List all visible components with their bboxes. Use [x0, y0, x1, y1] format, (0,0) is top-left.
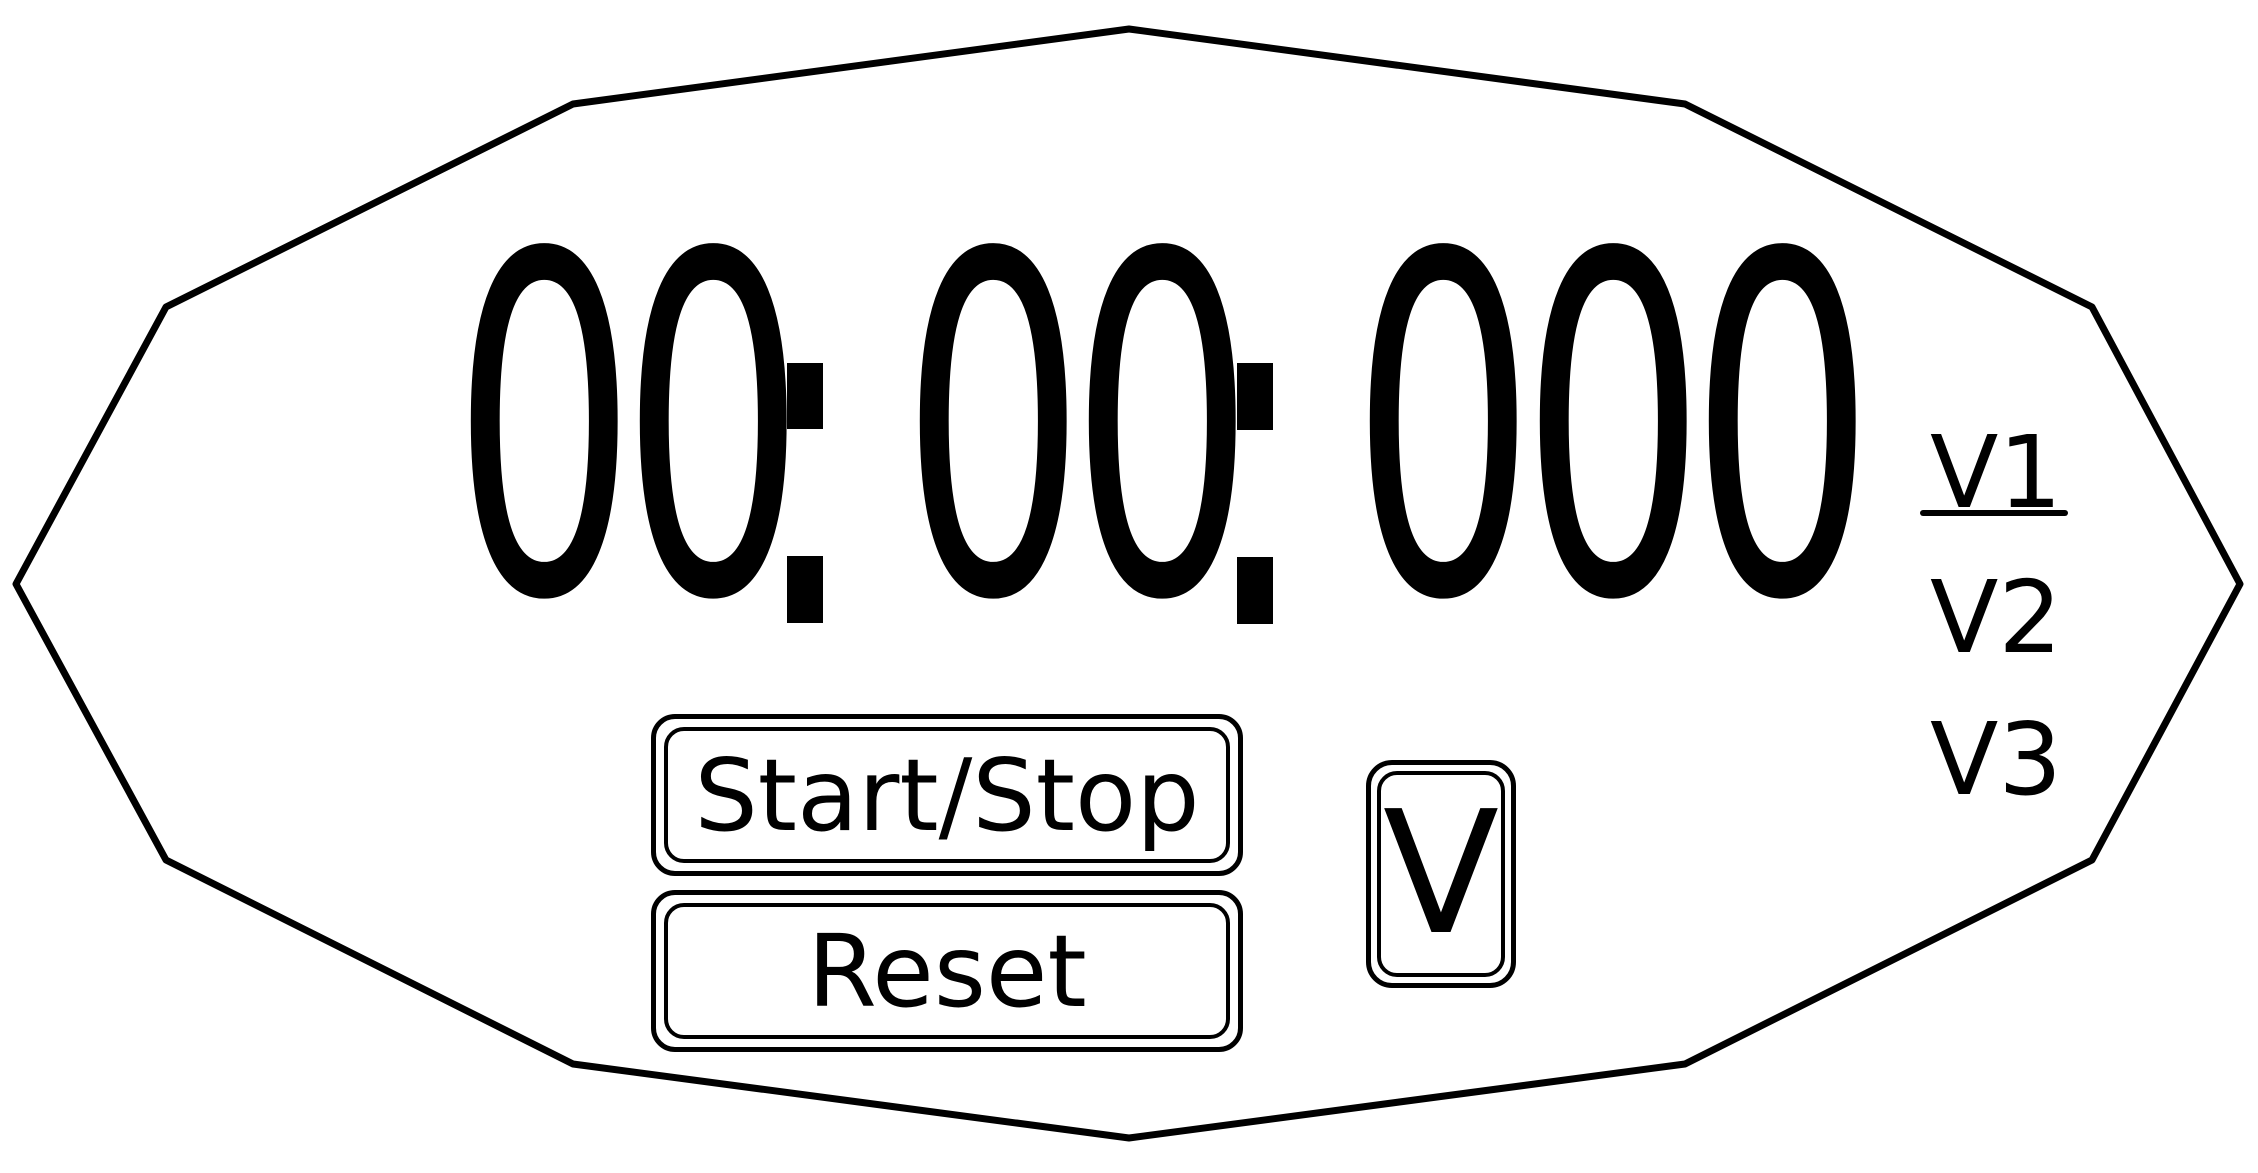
- reset-button-label: Reset: [807, 912, 1087, 1030]
- timer-minutes-ones: 0: [620, 156, 806, 703]
- reset-button[interactable]: Reset: [651, 890, 1243, 1052]
- selected-version-underline: [1920, 510, 2068, 516]
- version-option-v2[interactable]: V2: [1930, 568, 2062, 668]
- timer-seconds-ones: 0: [1069, 156, 1255, 703]
- start-stop-button-label: Start/Stop: [694, 736, 1200, 854]
- timer-milliseconds-tens: 0: [1520, 156, 1706, 703]
- start-stop-button[interactable]: Start/Stop: [651, 714, 1243, 876]
- version-toggle-button[interactable]: V: [1366, 760, 1516, 988]
- timer-seconds-tens: 0: [900, 156, 1086, 703]
- version-toggle-button-label: V: [1382, 775, 1500, 973]
- timer-milliseconds-hundreds: 0: [1350, 156, 1536, 703]
- timer-minutes-tens: 0: [451, 156, 637, 703]
- version-option-v1[interactable]: V1: [1930, 423, 2062, 523]
- timer-separator-dot: [787, 556, 823, 623]
- version-option-v3[interactable]: V3: [1930, 710, 2062, 810]
- timer-milliseconds-ones: 0: [1689, 156, 1875, 703]
- timer-separator-dot: [1237, 363, 1273, 430]
- timer-separator-dot: [787, 363, 823, 429]
- timer-separator-dot: [1237, 557, 1273, 624]
- stopwatch-app: 0 0 0 0 0 0 0 Start/Stop Reset V V1 V2 V…: [0, 0, 2258, 1173]
